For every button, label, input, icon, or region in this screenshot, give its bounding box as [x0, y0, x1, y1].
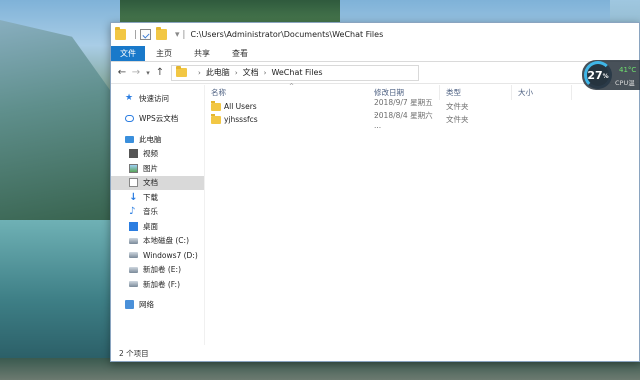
- tab-share[interactable]: 共享: [183, 46, 221, 61]
- status-bar: 2 个项目: [111, 345, 639, 361]
- quick-access-dropdown-icon[interactable]: ▾ |: [175, 30, 185, 40]
- sidebar-item-label: 图片: [143, 163, 158, 173]
- column-header-size[interactable]: 大小: [512, 85, 572, 100]
- breadcrumb-this-pc[interactable]: 此电脑: [206, 67, 230, 78]
- download-icon: ↓: [129, 191, 138, 203]
- properties-icon[interactable]: [140, 29, 152, 40]
- cpu-label: CPU温: [615, 79, 635, 87]
- explorer-body: ★ 快速访问 WPS云文档 此电脑 视频 图片 文档 ↓ 下载 ♪ 音乐 桌面 …: [111, 83, 639, 345]
- video-icon: [129, 149, 138, 159]
- cpu-usage-unit: %: [602, 73, 609, 80]
- chevron-right-icon[interactable]: ›: [264, 69, 267, 77]
- music-icon: ♪: [129, 206, 136, 218]
- sidebar-item-label: 此电脑: [139, 134, 162, 144]
- cpu-temperature: 41°C: [619, 66, 637, 74]
- drive-icon: [129, 266, 138, 273]
- cpu-monitor-widget[interactable]: 27% 41°C CPU温: [582, 60, 640, 90]
- sidebar-item-label: Windows7 (D:): [143, 250, 198, 260]
- computer-icon: [125, 135, 134, 143]
- tab-home[interactable]: 主页: [145, 46, 183, 61]
- sidebar-item-label: WPS云文档: [139, 114, 179, 124]
- file-name-cell: yjhsssfcs: [205, 113, 368, 124]
- file-list-pane: ^ 名称 修改日期 类型 大小 All Users 2018/9/7 星期五 .…: [205, 83, 639, 345]
- star-icon: ★: [125, 92, 134, 103]
- sidebar-item-label: 下载: [143, 192, 158, 202]
- document-icon: [129, 178, 138, 188]
- sidebar-item-label: 快速访问: [139, 93, 169, 103]
- picture-icon: [129, 163, 138, 173]
- sidebar-item-videos[interactable]: 视频: [111, 147, 204, 162]
- address-folder-icon: [176, 66, 187, 77]
- drive-icon: [129, 281, 138, 288]
- navigation-bar: ← → ▾ ↑ › 此电脑 › 文档 › WeChat Files: [111, 62, 639, 84]
- file-explorer-window: | ▾ | C:\Users\Administrator\Documents\W…: [110, 22, 640, 362]
- sidebar-item-quick-access[interactable]: ★ 快速访问: [111, 91, 204, 106]
- sidebar-item-label: 网络: [139, 300, 154, 310]
- tab-view[interactable]: 查看: [221, 46, 259, 61]
- chevron-right-icon[interactable]: ›: [235, 69, 238, 77]
- window-title-path: C:\Users\Administrator\Documents\WeChat …: [190, 30, 384, 39]
- file-type: 文件夹: [446, 102, 469, 111]
- desktop-wallpaper-mountain: [0, 20, 120, 230]
- sidebar-item-label: 本地磁盘 (C:): [143, 236, 189, 246]
- sidebar-item-this-pc[interactable]: 此电脑: [111, 132, 204, 147]
- tab-file[interactable]: 文件: [111, 46, 145, 61]
- sidebar-item-label: 新加卷 (F:): [143, 279, 180, 289]
- breadcrumb-wechat-files[interactable]: WeChat Files: [271, 68, 322, 77]
- file-name-cell: All Users: [205, 100, 368, 111]
- ribbon-tabs: 文件 主页 共享 查看: [111, 46, 639, 62]
- sidebar-item-label: 音乐: [143, 207, 158, 217]
- sidebar-item-label: 新加卷 (E:): [143, 265, 182, 275]
- sidebar-item-wps-cloud[interactable]: WPS云文档: [111, 112, 204, 127]
- desktop-icon: [129, 221, 138, 231]
- file-row[interactable]: yjhsssfcs 2018/8/4 星期六 ... 文件夹: [205, 111, 639, 130]
- sidebar-item-documents[interactable]: 文档: [111, 175, 204, 190]
- sidebar-item-drive-d[interactable]: Windows7 (D:): [111, 248, 204, 263]
- sidebar-item-downloads[interactable]: ↓ 下载: [111, 190, 204, 205]
- sidebar-item-drive-e[interactable]: 新加卷 (E:): [111, 263, 204, 278]
- separator: |: [134, 29, 138, 40]
- column-header-type[interactable]: 类型: [440, 85, 512, 100]
- file-name: All Users: [224, 102, 257, 111]
- file-type: 文件夹: [446, 115, 469, 124]
- sidebar-item-label: 文档: [143, 178, 158, 188]
- address-bar[interactable]: › 此电脑 › 文档 › WeChat Files: [171, 64, 419, 81]
- file-date: 2018/8/4 星期六 ...: [374, 110, 433, 130]
- folder-icon: [211, 113, 221, 124]
- drive-icon: [129, 252, 138, 259]
- desktop-wallpaper-lake: [0, 220, 110, 380]
- sidebar-item-label: 桌面: [143, 221, 158, 231]
- breadcrumb-documents[interactable]: 文档: [243, 67, 259, 78]
- cpu-usage-value: 27: [587, 68, 603, 82]
- forward-arrow-icon[interactable]: →: [129, 67, 143, 78]
- sort-ascending-icon: ^: [289, 83, 295, 90]
- navigation-pane: ★ 快速访问 WPS云文档 此电脑 视频 图片 文档 ↓ 下载 ♪ 音乐 桌面 …: [111, 85, 205, 345]
- sidebar-item-network[interactable]: 网络: [111, 298, 204, 313]
- item-count: 2 个项目: [119, 348, 149, 358]
- folder-icon: [115, 27, 126, 40]
- folder-icon: [211, 100, 221, 111]
- sidebar-item-pictures[interactable]: 图片: [111, 161, 204, 176]
- cloud-icon: [125, 115, 134, 123]
- sidebar-item-drive-f[interactable]: 新加卷 (F:): [111, 277, 204, 292]
- back-arrow-icon[interactable]: ←: [115, 67, 129, 78]
- drive-icon: [129, 237, 138, 244]
- sidebar-item-music[interactable]: ♪ 音乐: [111, 205, 204, 220]
- file-name: yjhsssfcs: [224, 115, 258, 124]
- sidebar-item-drive-c[interactable]: 本地磁盘 (C:): [111, 234, 204, 249]
- recent-locations-chevron-icon[interactable]: ▾: [143, 69, 153, 77]
- network-icon: [125, 300, 134, 310]
- chevron-right-icon[interactable]: ›: [198, 69, 201, 77]
- sidebar-item-label: 视频: [143, 149, 158, 159]
- cpu-usage-gauge: 27%: [584, 61, 612, 89]
- column-header-name[interactable]: 名称: [205, 85, 368, 100]
- title-bar[interactable]: | ▾ | C:\Users\Administrator\Documents\W…: [111, 23, 639, 46]
- sidebar-item-desktop[interactable]: 桌面: [111, 219, 204, 234]
- new-folder-icon[interactable]: [156, 27, 168, 40]
- up-arrow-icon[interactable]: ↑: [153, 67, 167, 78]
